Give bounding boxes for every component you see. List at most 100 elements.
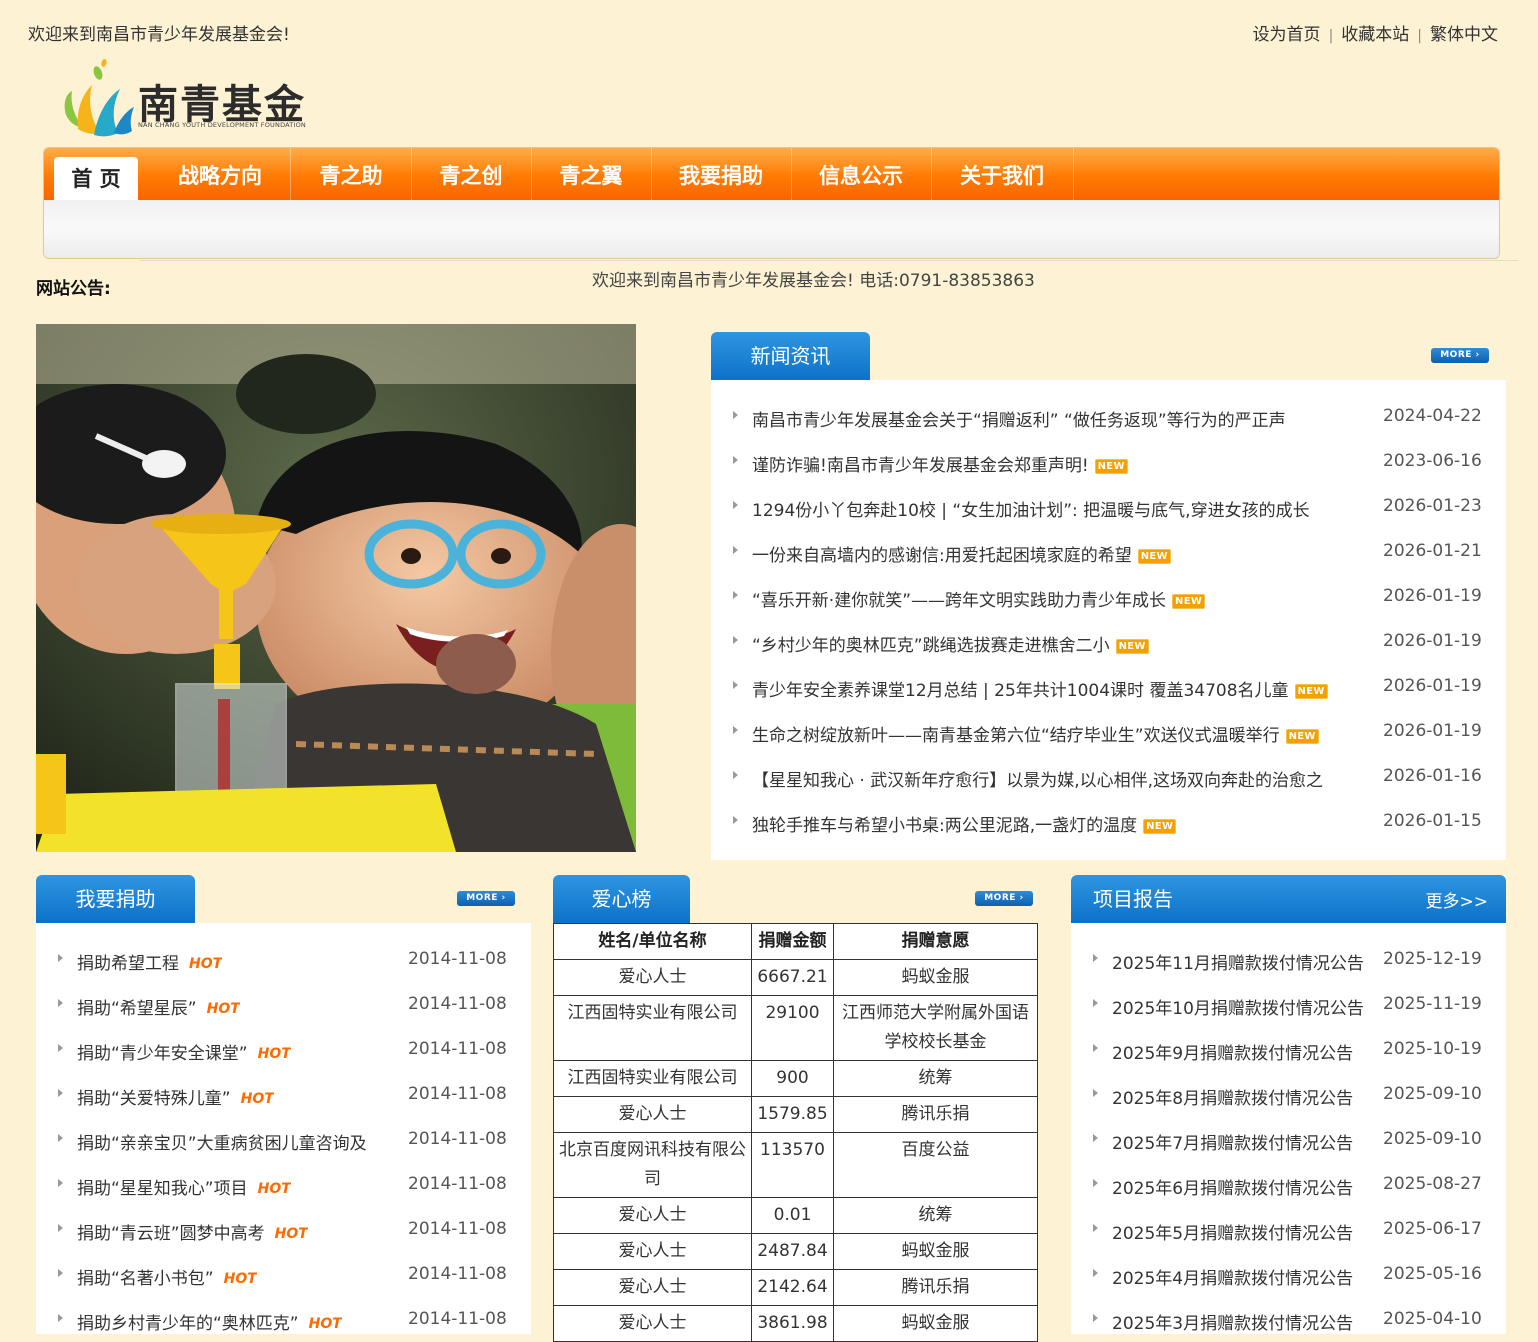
list-item-title[interactable]: 谨防诈骗!南昌市青少年发展基金会郑重声明! NEW bbox=[752, 451, 1128, 476]
list-item[interactable]: 捐助乡村青少年的“奥林匹克” HOT 2014-11-08 bbox=[36, 1297, 531, 1342]
list-item-title[interactable]: 2025年10月捐赠款拨付情况公告 bbox=[1112, 994, 1364, 1019]
list-item[interactable]: 捐助“关爱特殊儿童” HOT 2014-11-08 bbox=[36, 1072, 531, 1117]
report-more-link[interactable]: 更多>> bbox=[1426, 887, 1489, 912]
table-cell: 统筹 bbox=[833, 1197, 1038, 1234]
list-item-date: 2026-01-15 bbox=[1383, 811, 1482, 831]
love-tab[interactable]: 爱心榜 bbox=[553, 875, 690, 923]
column-header: 姓名/单位名称 bbox=[553, 923, 752, 960]
love-more-button[interactable]: MORE › bbox=[975, 891, 1033, 906]
list-item[interactable]: 捐助希望工程 HOT 2014-11-08 bbox=[36, 937, 531, 982]
list-item-title[interactable]: 捐助“星星知我心”项目 HOT bbox=[77, 1174, 291, 1199]
list-item[interactable]: 【星星知我心 · 武汉新年疗愈行】以景为媒,以心相伴,这场双向奔赴的治愈之 202… bbox=[711, 754, 1506, 799]
chevron-right-icon: › bbox=[1475, 350, 1480, 360]
list-item-title[interactable]: 青少年安全素养课堂12月总结 | 25年共计1004课时 覆盖34708名儿童 N… bbox=[752, 676, 1328, 701]
list-item[interactable]: 捐助“名著小书包” HOT 2014-11-08 bbox=[36, 1252, 531, 1297]
nav-qingzhizhu[interactable]: 青之助 bbox=[291, 148, 412, 200]
list-item-title[interactable]: 捐助“希望星辰” HOT bbox=[77, 994, 240, 1019]
list-item-title[interactable]: 2025年3月捐赠款拨付情况公告 bbox=[1112, 1309, 1353, 1334]
list-item-title[interactable]: 2025年6月捐赠款拨付情况公告 bbox=[1112, 1174, 1353, 1199]
chevron-right-icon: › bbox=[1019, 893, 1024, 903]
list-item-title[interactable]: “喜乐开新·建你就笑”——跨年文明实践助力青少年成长 NEW bbox=[752, 586, 1206, 611]
list-item[interactable]: 青少年安全素养课堂12月总结 | 25年共计1004课时 覆盖34708名儿童 N… bbox=[711, 664, 1506, 709]
donate-more-button[interactable]: MORE › bbox=[457, 891, 515, 906]
hot-badge: HOT bbox=[274, 1226, 308, 1242]
arrow-right-icon bbox=[1093, 1134, 1098, 1142]
set-homepage-link[interactable]: 设为首页 bbox=[1253, 25, 1321, 45]
donate-tab[interactable]: 我要捐助 bbox=[36, 875, 195, 923]
list-item[interactable]: 捐助“青云班”圆梦中高考 HOT 2014-11-08 bbox=[36, 1207, 531, 1252]
list-item[interactable]: 捐助“亲亲宝贝”大重病贫困儿童咨询及 2014-11-08 bbox=[36, 1117, 531, 1162]
list-item-title[interactable]: 捐助“亲亲宝贝”大重病贫困儿童咨询及 bbox=[77, 1129, 367, 1154]
list-item[interactable]: 2025年3月捐赠款拨付情况公告 2025-04-10 bbox=[1071, 1297, 1506, 1342]
list-item[interactable]: 一份来自高墙内的感谢信:用爱托起困境家庭的希望 NEW 2026-01-21 bbox=[711, 529, 1506, 574]
list-item-title[interactable]: 捐助“青云班”圆梦中高考 HOT bbox=[77, 1219, 308, 1244]
list-item-title[interactable]: 捐助“关爱特殊儿童” HOT bbox=[77, 1084, 274, 1109]
list-item-title[interactable]: 2025年4月捐赠款拨付情况公告 bbox=[1112, 1264, 1353, 1289]
list-item[interactable]: 2025年11月捐赠款拨付情况公告 2025-12-19 bbox=[1071, 937, 1506, 982]
table-cell: 29100 bbox=[751, 995, 834, 1061]
list-item-title[interactable]: 2025年7月捐赠款拨付情况公告 bbox=[1112, 1129, 1353, 1154]
arrow-right-icon bbox=[1093, 1224, 1098, 1232]
list-item-title[interactable]: 捐助希望工程 HOT bbox=[77, 949, 222, 974]
list-item-title[interactable]: “乡村少年的奥林匹克”跳绳选拔赛走进樵舍二小 NEW bbox=[752, 631, 1149, 656]
list-item-title[interactable]: 生命之树绽放新叶——南青基金第六位“结疗毕业生”欢送仪式温暖举行 NEW bbox=[752, 721, 1319, 746]
table-cell: 3861.98 bbox=[751, 1305, 834, 1342]
list-item[interactable]: 2025年9月捐赠款拨付情况公告 2025-10-19 bbox=[1071, 1027, 1506, 1072]
list-item-title[interactable]: 2025年9月捐赠款拨付情况公告 bbox=[1112, 1039, 1353, 1064]
sub-nav-bar bbox=[44, 200, 1499, 258]
nav-info[interactable]: 信息公示 bbox=[791, 148, 932, 200]
table-cell: 爱心人士 bbox=[553, 1269, 752, 1306]
nav-donate[interactable]: 我要捐助 bbox=[651, 148, 792, 200]
new-badge: NEW bbox=[1143, 819, 1177, 834]
list-item-title[interactable]: 2025年11月捐赠款拨付情况公告 bbox=[1112, 949, 1364, 974]
table-cell: 蚂蚁金服 bbox=[833, 959, 1038, 996]
table-row: 江西固特实业有限公司 900 统筹 bbox=[553, 1060, 1038, 1097]
list-item[interactable]: 谨防诈骗!南昌市青少年发展基金会郑重声明! NEW 2023-06-16 bbox=[711, 439, 1506, 484]
table-cell: 爱心人士 bbox=[553, 1096, 752, 1133]
list-item[interactable]: 南昌市青少年发展基金会关于“捐赠返利” “做任务返现”等行为的严正声 2024-0… bbox=[711, 394, 1506, 439]
list-item[interactable]: 独轮手推车与希望小书桌:两公里泥路,一盏灯的温度 NEW 2026-01-15 bbox=[711, 799, 1506, 844]
list-item[interactable]: 1294份小丫包奔赴10校 | “女生加油计划”: 把温暖与底气,穿进女孩的成长… bbox=[711, 484, 1506, 529]
list-item[interactable]: 2025年6月捐赠款拨付情况公告 2025-08-27 bbox=[1071, 1162, 1506, 1207]
list-item-title[interactable]: 【星星知我心 · 武汉新年疗愈行】以景为媒,以心相伴,这场双向奔赴的治愈之 bbox=[752, 766, 1323, 791]
news-more-button[interactable]: MORE › bbox=[1431, 348, 1489, 363]
arrow-right-icon bbox=[733, 546, 738, 554]
new-badge: NEW bbox=[1294, 684, 1328, 699]
arrow-right-icon bbox=[733, 591, 738, 599]
arrow-right-icon bbox=[733, 726, 738, 734]
nav-about[interactable]: 关于我们 bbox=[931, 148, 1074, 200]
list-item[interactable]: 2025年10月捐赠款拨付情况公告 2025-11-19 bbox=[1071, 982, 1506, 1027]
arrow-right-icon bbox=[733, 501, 738, 509]
list-item-title[interactable]: 南昌市青少年发展基金会关于“捐赠返利” “做任务返现”等行为的严正声 bbox=[752, 406, 1286, 431]
list-item-title[interactable]: 2025年5月捐赠款拨付情况公告 bbox=[1112, 1219, 1353, 1244]
arrow-right-icon bbox=[58, 1224, 63, 1232]
list-item[interactable]: 2025年8月捐赠款拨付情况公告 2025-09-10 bbox=[1071, 1072, 1506, 1117]
list-item[interactable]: “喜乐开新·建你就笑”——跨年文明实践助力青少年成长 NEW 2026-01-19 bbox=[711, 574, 1506, 619]
list-item-title[interactable]: 捐助“名著小书包” HOT bbox=[77, 1264, 257, 1289]
list-item-date: 2026-01-19 bbox=[1383, 721, 1482, 741]
list-item-title[interactable]: 2025年8月捐赠款拨付情况公告 bbox=[1112, 1084, 1353, 1109]
nav-home[interactable]: 首 页 bbox=[54, 157, 138, 200]
list-item-title[interactable]: 1294份小丫包奔赴10校 | “女生加油计划”: 把温暖与底气,穿进女孩的成长 bbox=[752, 496, 1310, 521]
nav-qingzhichuang[interactable]: 青之创 bbox=[411, 148, 532, 200]
new-badge: NEW bbox=[1137, 549, 1171, 564]
list-item[interactable]: 捐助“星星知我心”项目 HOT 2014-11-08 bbox=[36, 1162, 531, 1207]
bookmark-link[interactable]: 收藏本站 bbox=[1341, 25, 1409, 45]
list-item-title[interactable]: 捐助“青少年安全课堂” HOT bbox=[77, 1039, 291, 1064]
hero-photo[interactable] bbox=[36, 324, 636, 852]
traditional-chinese-link[interactable]: 繁体中文 bbox=[1430, 25, 1498, 45]
list-item-title[interactable]: 独轮手推车与希望小书桌:两公里泥路,一盏灯的温度 NEW bbox=[752, 811, 1177, 836]
nav-strategy[interactable]: 战略方向 bbox=[150, 148, 291, 200]
nav-qingzhiyi[interactable]: 青之翼 bbox=[531, 148, 652, 200]
list-item[interactable]: 2025年4月捐赠款拨付情况公告 2025-05-16 bbox=[1071, 1252, 1506, 1297]
list-item[interactable]: “乡村少年的奥林匹克”跳绳选拔赛走进樵舍二小 NEW 2026-01-19 bbox=[711, 619, 1506, 664]
list-item[interactable]: 生命之树绽放新叶——南青基金第六位“结疗毕业生”欢送仪式温暖举行 NEW 2026-… bbox=[711, 709, 1506, 754]
list-item-title[interactable]: 一份来自高墙内的感谢信:用爱托起困境家庭的希望 NEW bbox=[752, 541, 1171, 566]
list-item-title[interactable]: 捐助乡村青少年的“奥林匹克” HOT bbox=[77, 1309, 342, 1334]
list-item[interactable]: 捐助“青少年安全课堂” HOT 2014-11-08 bbox=[36, 1027, 531, 1072]
list-item[interactable]: 2025年7月捐赠款拨付情况公告 2025-09-10 bbox=[1071, 1117, 1506, 1162]
list-item[interactable]: 捐助“希望星辰” HOT 2014-11-08 bbox=[36, 982, 531, 1027]
arrow-right-icon bbox=[58, 1044, 63, 1052]
list-item[interactable]: 2025年5月捐赠款拨付情况公告 2025-06-17 bbox=[1071, 1207, 1506, 1252]
news-tab[interactable]: 新闻资讯 bbox=[711, 332, 870, 380]
